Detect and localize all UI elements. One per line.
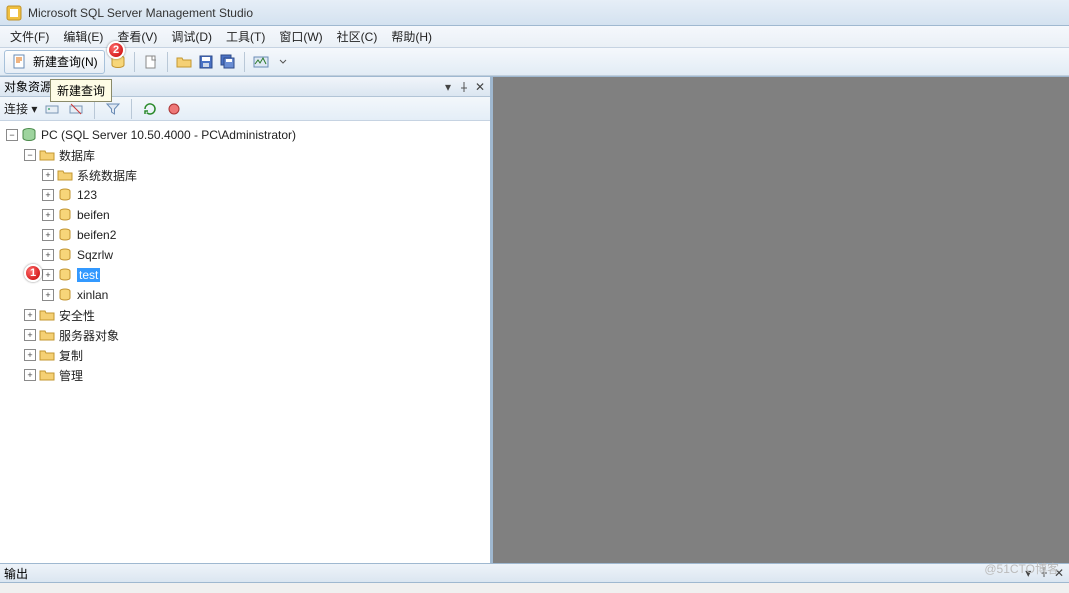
tree-server-node[interactable]: − PC (SQL Server 10.50.4000 - PC\Adminis… [2, 125, 488, 145]
expand-icon[interactable]: + [24, 369, 36, 381]
tree-db-test-node[interactable]: + test [2, 265, 488, 285]
database-icon [57, 267, 73, 283]
menu-help[interactable]: 帮助(H) [385, 26, 438, 47]
save-all-icon[interactable] [219, 53, 237, 71]
menu-edit[interactable]: 编辑(E) [57, 26, 109, 47]
annotation-marker-2: 2 [107, 41, 125, 59]
toolbar-separator [167, 52, 168, 72]
new-query-icon [11, 53, 29, 71]
tree-serverobjects-node[interactable]: + 服务器对象 [2, 325, 488, 345]
main-area: 对象资源管理器 ▾ ✕ 连接 ▾ − PC (SQL Server 10.50.… [0, 76, 1069, 563]
tree-db-label: 123 [77, 188, 97, 202]
menu-community[interactable]: 社区(C) [331, 26, 384, 47]
open-folder-icon[interactable] [175, 53, 193, 71]
collapse-icon[interactable]: − [6, 129, 18, 141]
output-panel-body [0, 583, 1069, 593]
tree-db-node[interactable]: + beifen [2, 205, 488, 225]
collapse-icon[interactable]: − [24, 149, 36, 161]
stop-icon[interactable] [165, 100, 183, 118]
tree-management-node[interactable]: + 管理 [2, 365, 488, 385]
filter-icon[interactable] [104, 100, 122, 118]
expand-icon[interactable]: + [24, 349, 36, 361]
folder-icon [39, 327, 55, 343]
toolbar-separator [134, 52, 135, 72]
tree-serverobjects-label: 服务器对象 [59, 327, 119, 344]
folder-icon [39, 347, 55, 363]
tree-server-label: PC (SQL Server 10.50.4000 - PC\Administr… [41, 128, 296, 142]
menu-debug[interactable]: 调试(D) [165, 26, 218, 47]
activity-monitor-icon[interactable] [252, 53, 270, 71]
tree-security-node[interactable]: + 安全性 [2, 305, 488, 325]
new-query-label: 新建查询(N) [33, 53, 98, 70]
expand-icon[interactable]: + [24, 329, 36, 341]
tree-db-node[interactable]: + xinlan [2, 285, 488, 305]
expand-icon[interactable]: + [42, 169, 54, 181]
annotation-marker-1: 1 [24, 264, 42, 282]
panel-pin-icon[interactable] [458, 81, 470, 93]
tree-db-node[interactable]: + beifen2 [2, 225, 488, 245]
save-icon[interactable] [197, 53, 215, 71]
document-area [493, 77, 1069, 563]
menu-file[interactable]: 文件(F) [4, 26, 55, 47]
window-title: Microsoft SQL Server Management Studio [28, 6, 253, 20]
database-icon [57, 247, 73, 263]
object-explorer-panel: 对象资源管理器 ▾ ✕ 连接 ▾ − PC (SQL Server 10.50.… [0, 77, 493, 563]
dropdown-arrow-icon[interactable] [274, 53, 292, 71]
folder-icon [39, 307, 55, 323]
server-icon [21, 127, 37, 143]
refresh-icon[interactable] [141, 100, 159, 118]
output-panel-header: 输出 ▾ ✕ [0, 563, 1069, 583]
database-icon [57, 187, 73, 203]
main-toolbar: 新建查询(N) 2 [0, 48, 1069, 76]
watermark: @51CTO博客 [984, 560, 1059, 577]
connect-dropdown[interactable]: 连接 ▾ [4, 100, 37, 117]
disconnect-icon[interactable] [67, 100, 85, 118]
expand-icon[interactable]: + [24, 309, 36, 321]
tree-management-label: 管理 [59, 367, 83, 384]
app-icon [6, 5, 22, 21]
menu-tools[interactable]: 工具(T) [220, 26, 271, 47]
title-bar: Microsoft SQL Server Management Studio [0, 0, 1069, 26]
connect-icon[interactable] [43, 100, 61, 118]
toolbar-separator [244, 52, 245, 72]
tree-db-test-label: test [77, 268, 100, 282]
tree-databases-label: 数据库 [59, 147, 95, 164]
expand-icon[interactable]: + [42, 189, 54, 201]
tree-db-label: beifen [77, 208, 110, 222]
tree-db-node[interactable]: + Sqzrlw [2, 245, 488, 265]
database-icon [57, 287, 73, 303]
tree-db-label: Sqzrlw [77, 248, 113, 262]
tree-replication-node[interactable]: + 复制 [2, 345, 488, 365]
database-icon [57, 207, 73, 223]
tree-sysdb-node[interactable]: + 系统数据库 [2, 165, 488, 185]
folder-icon [39, 367, 55, 383]
tooltip-new-query: 新建查询 [50, 79, 112, 102]
object-explorer-tree[interactable]: − PC (SQL Server 10.50.4000 - PC\Adminis… [0, 121, 490, 563]
tree-db-node[interactable]: + 123 [2, 185, 488, 205]
tree-db-label: xinlan [77, 288, 108, 302]
toolbar-separator [131, 99, 132, 119]
expand-icon[interactable]: + [42, 289, 54, 301]
tree-security-label: 安全性 [59, 307, 95, 324]
new-query-button[interactable]: 新建查询(N) [4, 50, 105, 74]
panel-close-icon[interactable]: ✕ [474, 81, 486, 93]
tree-sysdb-label: 系统数据库 [77, 167, 137, 184]
tree-db-label: beifen2 [77, 228, 116, 242]
expand-icon[interactable]: + [42, 269, 54, 281]
tree-replication-label: 复制 [59, 347, 83, 364]
new-file-icon[interactable] [142, 53, 160, 71]
database-icon [57, 227, 73, 243]
folder-icon [57, 167, 73, 183]
panel-dropdown-icon[interactable]: ▾ [442, 81, 454, 93]
menu-bar: 文件(F) 编辑(E) 查看(V) 调试(D) 工具(T) 窗口(W) 社区(C… [0, 26, 1069, 48]
output-title: 输出 [4, 565, 28, 582]
menu-window[interactable]: 窗口(W) [273, 26, 328, 47]
expand-icon[interactable]: + [42, 249, 54, 261]
expand-icon[interactable]: + [42, 229, 54, 241]
folder-icon [39, 147, 55, 163]
tree-databases-node[interactable]: − 数据库 [2, 145, 488, 165]
expand-icon[interactable]: + [42, 209, 54, 221]
